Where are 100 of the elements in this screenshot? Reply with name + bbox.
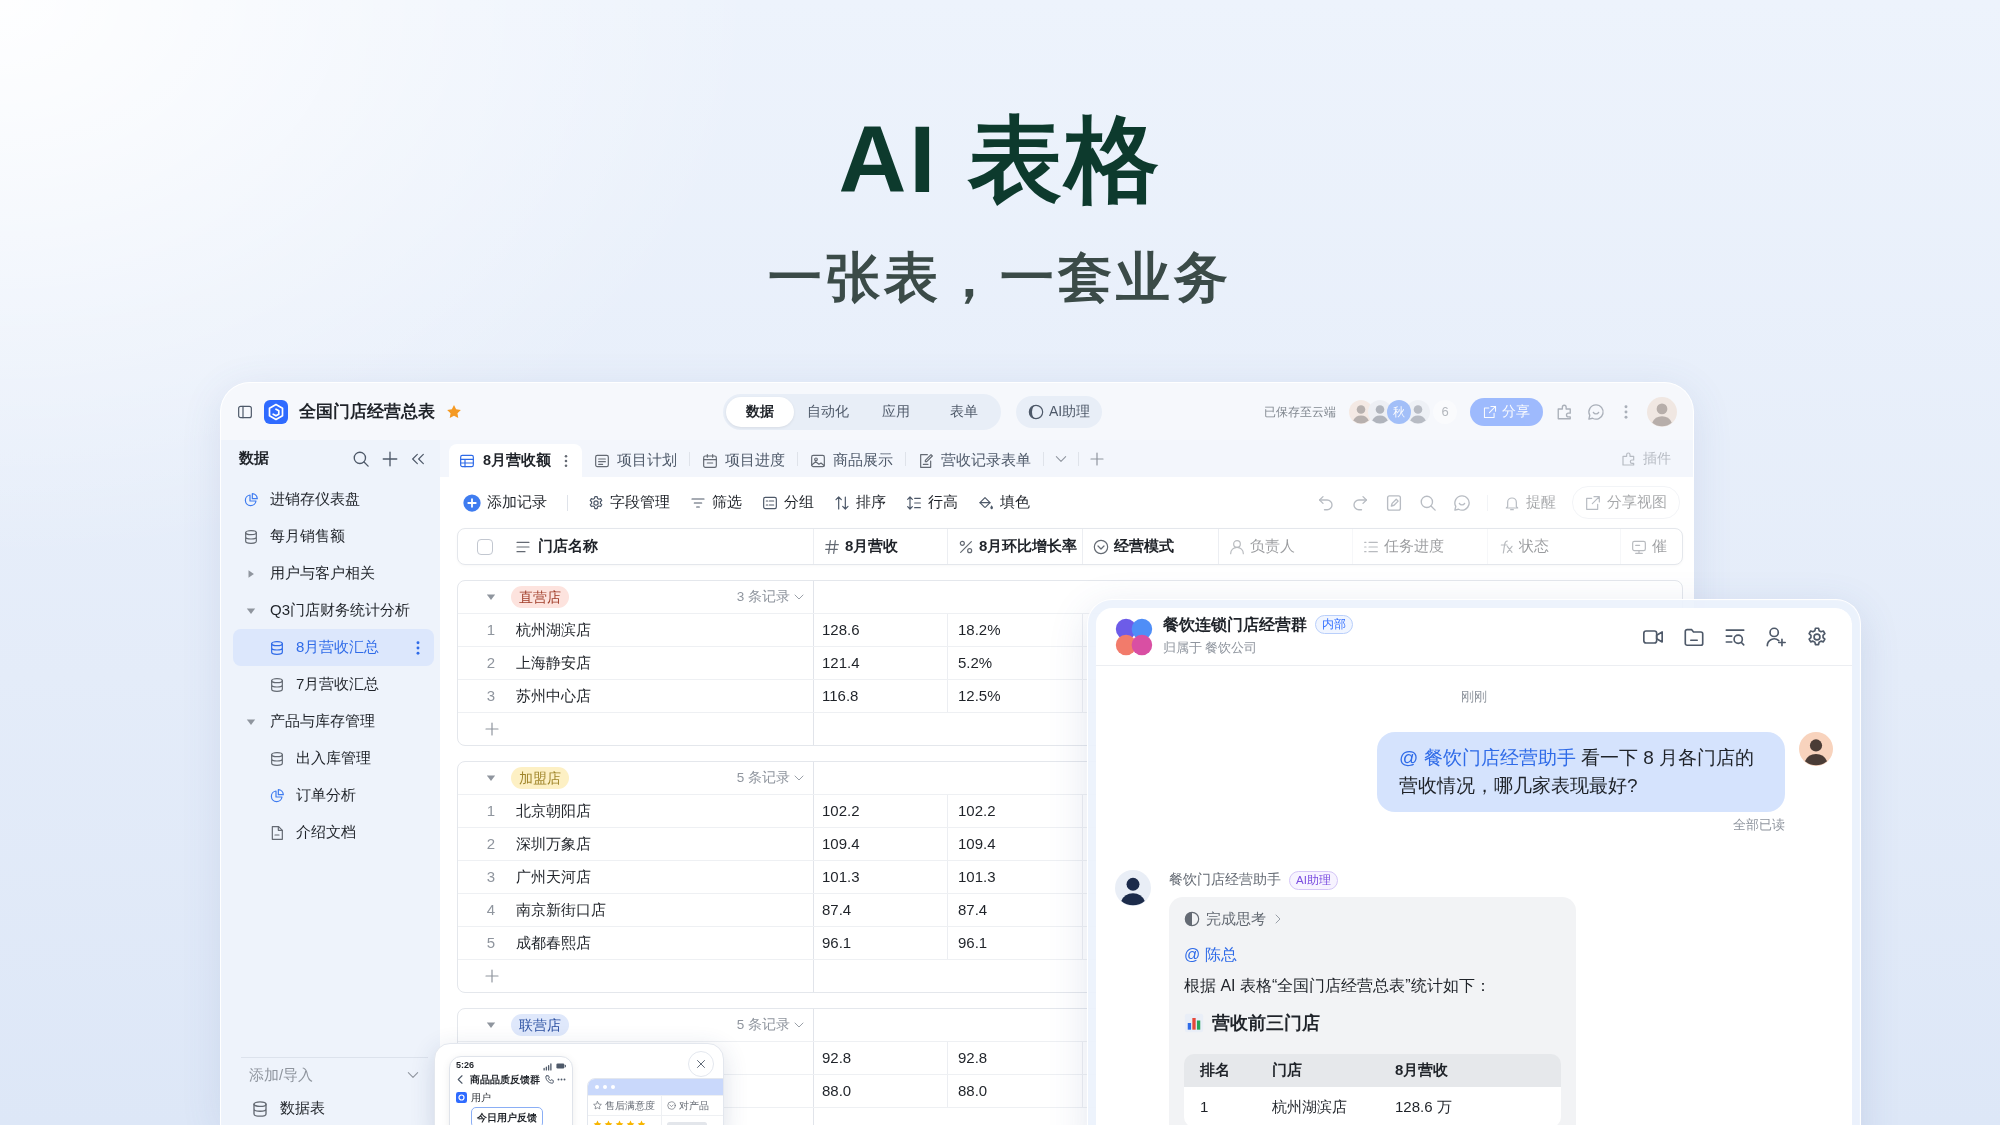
sidebar-item[interactable]: 介绍文档: [233, 814, 434, 851]
add-icon[interactable]: [484, 721, 500, 737]
toolbar-button[interactable]: 排序: [834, 491, 886, 514]
column-header[interactable]: 8月环比增长率: [948, 529, 1083, 564]
person-icon: [1229, 538, 1245, 555]
table-cell-text: 广州天河店: [516, 866, 591, 887]
share-icon: [1483, 404, 1497, 419]
table-cell: 109.4: [948, 828, 1083, 860]
avatar-icon: [1406, 399, 1430, 424]
toolbar-button[interactable]: 填色: [978, 491, 1030, 514]
mention-link[interactable]: @ 陈总: [1184, 946, 1237, 963]
list-box-icon: [762, 494, 778, 511]
add-icon[interactable]: [1089, 450, 1106, 467]
mention-link[interactable]: @ 餐饮门店经营助手: [1399, 747, 1576, 768]
settings-icon: [588, 494, 604, 511]
sidebar-item[interactable]: 进销存仪表盘: [233, 481, 434, 518]
sidebar-item[interactable]: 每月销售额: [233, 518, 434, 555]
chat-title: 商品品质反馈群: [470, 1072, 540, 1087]
column-header[interactable]: 门店名称: [458, 529, 814, 564]
table-cell-text: 成都春熙店: [516, 932, 591, 953]
edit-icon[interactable]: [1385, 493, 1403, 512]
app-icon: [456, 1092, 467, 1103]
table-cell: 92.8: [814, 1042, 948, 1074]
database-icon: [269, 750, 285, 767]
column-header: 8月营收: [1379, 1054, 1561, 1087]
star-icon[interactable]: [446, 403, 462, 420]
table-cell: 128.6 万: [1379, 1087, 1561, 1125]
thinking-toggle[interactable]: 完成思考: [1184, 907, 1284, 931]
undo-icon[interactable]: [1317, 493, 1335, 512]
view-tab[interactable]: 营收记录表单: [906, 444, 1044, 477]
avatar-initial: 秋: [1387, 399, 1411, 424]
column-header[interactable]: 经营模式: [1083, 529, 1219, 564]
phone-icon[interactable]: [545, 1074, 554, 1084]
mode-tab[interactable]: 数据: [726, 396, 794, 427]
caret-down-icon[interactable]: [486, 1020, 496, 1030]
puzzle-icon[interactable]: [1556, 402, 1574, 421]
message-card: 今日用户反馈: [471, 1107, 543, 1125]
sidebar-toggle-icon[interactable]: [237, 403, 253, 420]
close-icon: [695, 1058, 707, 1070]
avatar-icon: [1368, 399, 1392, 424]
sidebar-item[interactable]: 用户与客户相关: [233, 555, 434, 592]
database-icon: [269, 676, 285, 693]
sender-name: 用户: [471, 1091, 491, 1105]
chevron-circle-icon: [667, 1101, 676, 1110]
add-icon: [463, 493, 481, 512]
app-logo-icon: [264, 399, 288, 424]
chat-bubble-icon[interactable]: [1587, 402, 1605, 421]
add-icon[interactable]: [381, 449, 399, 468]
back-icon[interactable]: [456, 1074, 465, 1084]
window-dot-icon: [611, 1085, 615, 1089]
toolbar-button[interactable]: 分组: [762, 491, 814, 514]
add-icon[interactable]: [484, 968, 500, 984]
toolbar-button[interactable]: 筛选: [690, 491, 742, 514]
table-cell: 101.3: [814, 861, 948, 893]
close-button[interactable]: [688, 1051, 714, 1077]
half-circle-icon: [1028, 403, 1044, 420]
sidebar-item[interactable]: 产品与库存管理: [233, 703, 434, 740]
puzzle-icon: [1621, 450, 1637, 467]
sidebar-item[interactable]: Q3门店财务统计分析: [233, 592, 434, 629]
caret-down-icon[interactable]: [486, 592, 496, 602]
column-header[interactable]: 8月营收: [814, 529, 948, 564]
sidebar-item[interactable]: 7月营收汇总: [233, 666, 434, 703]
sidebar-title: 数据: [239, 448, 269, 469]
table-cell: 12.5%: [948, 680, 1083, 712]
caret-down-icon[interactable]: [486, 773, 496, 783]
comment-icon[interactable]: [1453, 493, 1471, 512]
sidebar-item[interactable]: 订单分析: [233, 777, 434, 814]
caret-right-icon[interactable]: [246, 568, 256, 579]
toolbar-button[interactable]: 字段管理: [588, 491, 670, 514]
sidebar-item[interactable]: 8月营收汇总: [233, 629, 434, 666]
table-cell: 116.8: [814, 680, 948, 712]
add-user-icon[interactable]: [1765, 625, 1787, 648]
view-tab[interactable]: 项目进度: [690, 444, 798, 477]
mode-tab[interactable]: 自动化: [794, 396, 862, 427]
table-cell: 5.2%: [948, 647, 1083, 679]
internal-tag: 内部: [1315, 615, 1353, 634]
sidebar-item[interactable]: 出入库管理: [233, 740, 434, 777]
toolbar-button[interactable]: 添加记录: [463, 491, 547, 514]
row-number: 5: [485, 932, 497, 953]
sidebar-item[interactable]: 数据表: [241, 1092, 428, 1125]
table-cell: 18.2%: [948, 614, 1083, 646]
view-tab[interactable]: 8月营收额: [449, 444, 583, 477]
select-all-checkbox[interactable]: [477, 538, 493, 555]
database-icon: [269, 639, 285, 656]
chevron-circle-icon: [1093, 538, 1109, 555]
settings-icon[interactable]: [1806, 625, 1828, 648]
toolbar-button[interactable]: 行高: [906, 491, 958, 514]
window-dot-icon: [603, 1085, 607, 1089]
assistant-button[interactable]: AI助理: [1016, 395, 1103, 428]
table-cell-text: 上海静安店: [516, 652, 591, 673]
group-tag: 加盟店: [511, 767, 569, 789]
half-circle-icon: [1184, 911, 1200, 927]
redo-icon[interactable]: [1351, 493, 1369, 512]
view-tab[interactable]: 项目计划: [582, 444, 690, 477]
view-tab[interactable]: 商品展示: [798, 444, 906, 477]
mode-tab[interactable]: 应用: [862, 396, 930, 427]
search-icon[interactable]: [352, 449, 370, 468]
mode-tab[interactable]: 表单: [930, 396, 998, 427]
chat-subtitle: 归属于 餐饮公司: [1163, 639, 1258, 657]
table-cell: 109.4: [814, 828, 948, 860]
